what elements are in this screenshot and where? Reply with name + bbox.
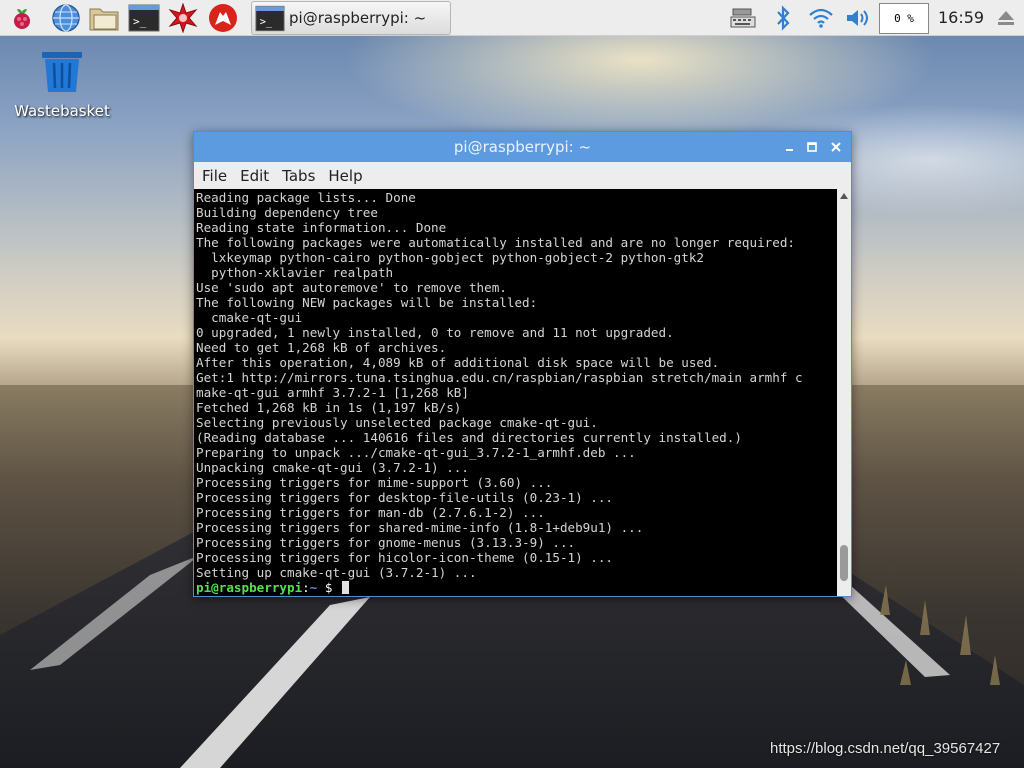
menu-file[interactable]: File	[202, 167, 227, 185]
watermark-text: https://blog.csdn.net/qq_39567427	[770, 740, 1001, 757]
terminal-line: Selecting previously unselected package …	[196, 415, 598, 430]
terminal-line: Need to get 1,268 kB of archives.	[196, 340, 447, 355]
terminal-icon[interactable]: >_	[128, 2, 160, 34]
cpu-usage-label: 0 %	[894, 12, 914, 25]
clock[interactable]: 16:59	[938, 8, 984, 27]
terminal-line: Reading package lists... Done	[196, 190, 416, 205]
close-icon	[831, 142, 841, 152]
prompt-separator: :	[302, 580, 310, 595]
wastebasket-desktop-icon[interactable]: Wastebasket	[12, 50, 112, 120]
taskbar-button-terminal[interactable]: >_ pi@raspberrypi: ~	[251, 1, 451, 35]
terminal-line: Processing triggers for desktop-file-uti…	[196, 490, 614, 505]
terminal-line: python-xklavier realpath	[196, 265, 394, 280]
svg-text:>_: >_	[260, 16, 273, 28]
terminal-line: Setting up cmake-qt-gui (3.7.2-1) ...	[196, 565, 477, 580]
minimize-button[interactable]	[781, 138, 799, 156]
raspberry-menu-icon[interactable]	[6, 2, 38, 34]
window-title: pi@raspberrypi: ~	[453, 138, 592, 156]
terminal-cursor	[342, 581, 350, 594]
terminal-line: 0 upgraded, 1 newly installed, 0 to remo…	[196, 325, 674, 340]
prompt-dollar: $	[317, 580, 341, 595]
terminal-line: cmake-qt-gui	[196, 310, 303, 325]
menu-tabs[interactable]: Tabs	[282, 167, 315, 185]
prompt-user-host: pi@raspberrypi	[196, 580, 303, 595]
terminal-line: Processing triggers for gnome-menus (3.1…	[196, 535, 576, 550]
cpu-usage-monitor[interactable]: 0 %	[879, 3, 929, 34]
terminal-line: Preparing to unpack .../cmake-qt-gui_3.7…	[196, 445, 636, 460]
terminal-window: pi@raspberrypi: ~ File Edit Tabs Help Re…	[193, 131, 852, 597]
eject-icon[interactable]	[992, 0, 1020, 36]
minimize-icon	[786, 149, 793, 151]
menu-help[interactable]: Help	[328, 167, 362, 185]
terminal-line: Processing triggers for man-db (2.7.6.1-…	[196, 505, 545, 520]
terminal-line: Reading state information... Done	[196, 220, 447, 235]
terminal-line: (Reading database ... 140616 files and d…	[196, 430, 742, 445]
web-browser-icon[interactable]	[50, 2, 82, 34]
terminal-line: The following NEW packages will be insta…	[196, 295, 538, 310]
scroll-up-arrow-icon[interactable]	[840, 193, 848, 199]
menu-edit[interactable]: Edit	[240, 167, 269, 185]
taskbar-button-label: pi@raspberrypi: ~	[289, 9, 427, 27]
close-button[interactable]	[827, 138, 845, 156]
wolfram-icon[interactable]	[207, 2, 239, 34]
terminal-line: Building dependency tree	[196, 205, 378, 220]
wifi-icon[interactable]	[805, 0, 837, 36]
terminal-line: Use 'sudo apt autoremove' to remove them…	[196, 280, 507, 295]
top-panel: >_ >_ pi@raspberrypi: ~ 0 % 16:59	[0, 0, 1024, 36]
terminal-icon: >_	[255, 5, 285, 31]
maximize-button[interactable]	[803, 138, 821, 156]
terminal-line: Processing triggers for mime-support (3.…	[196, 475, 553, 490]
maximize-icon	[807, 142, 817, 152]
terminal-output[interactable]: Reading package lists... Done Building de…	[194, 189, 837, 596]
mathematica-icon[interactable]	[167, 2, 199, 34]
terminal-line: Processing triggers for hicolor-icon-the…	[196, 550, 614, 565]
volume-icon[interactable]	[843, 0, 873, 36]
bluetooth-icon[interactable]	[770, 0, 796, 36]
terminal-line: lxkeymap python-cairo python-gobject pyt…	[196, 250, 704, 265]
terminal-line: After this operation, 4,089 kB of additi…	[196, 355, 720, 370]
trash-icon	[42, 52, 82, 92]
terminal-scrollbar[interactable]	[837, 189, 851, 596]
scrollbar-thumb[interactable]	[840, 545, 848, 581]
terminal-line: Get:1 http://mirrors.tuna.tsinghua.edu.c…	[196, 370, 803, 385]
terminal-line: Unpacking cmake-qt-gui (3.7.2-1) ...	[196, 460, 469, 475]
terminal-line: Fetched 1,268 kB in 1s (1,197 kB/s)	[196, 400, 462, 415]
svg-text:>_: >_	[133, 15, 147, 28]
terminal-line: Processing triggers for shared-mime-info…	[196, 520, 644, 535]
keyboard-icon[interactable]	[728, 0, 758, 36]
terminal-line: The following packages were automaticall…	[196, 235, 795, 250]
menubar: File Edit Tabs Help	[194, 162, 851, 189]
window-titlebar[interactable]: pi@raspberrypi: ~	[194, 132, 851, 162]
file-manager-icon[interactable]	[88, 2, 120, 34]
terminal-prompt-line: pi@raspberrypi:~ $	[196, 580, 837, 595]
wastebasket-label: Wastebasket	[14, 102, 110, 120]
terminal-line: make-qt-gui armhf 3.7.2-1 [1,268 kB]	[196, 385, 469, 400]
